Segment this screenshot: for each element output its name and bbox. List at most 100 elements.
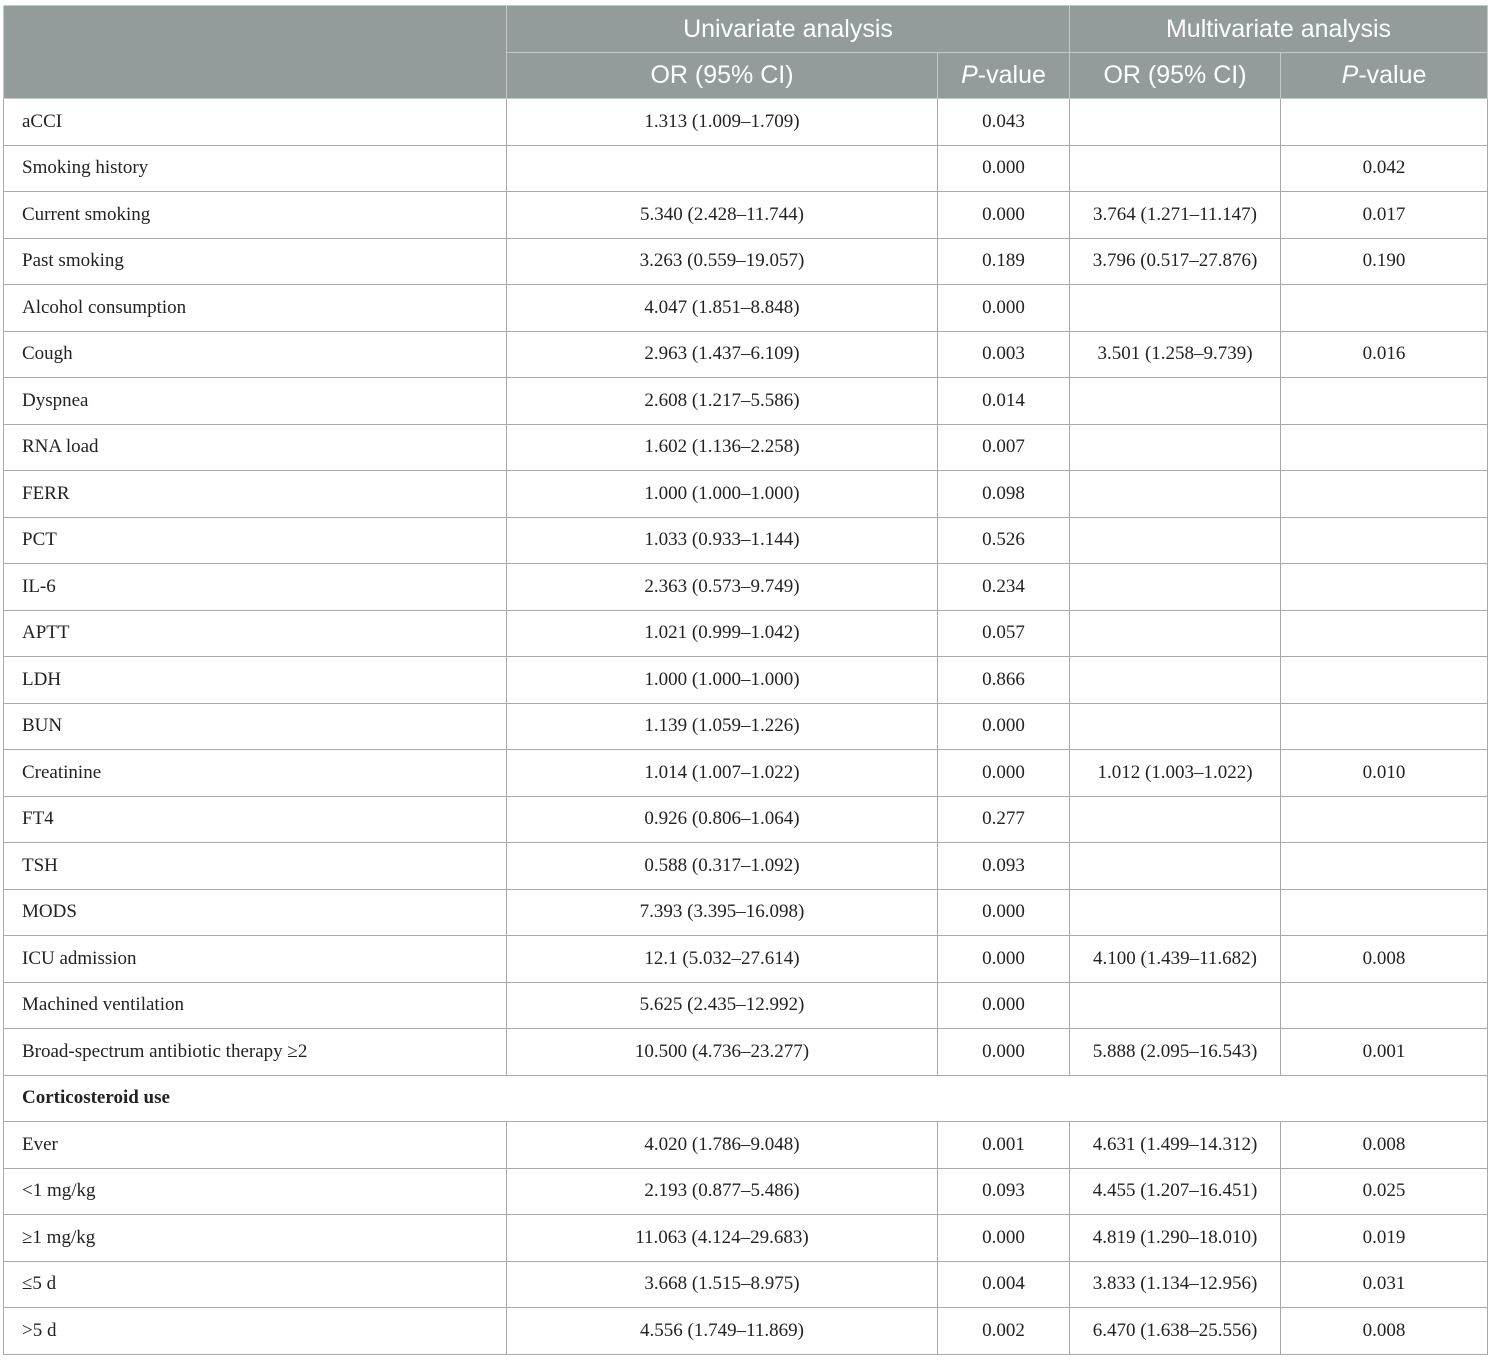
- table-row: FT4 0.926 (0.806–1.064) 0.277: [3, 795, 1489, 843]
- univariate-pvalue-cell: 0.093: [936, 1167, 1071, 1215]
- multivariate-pvalue-cell: [1280, 842, 1489, 890]
- univariate-or-cell: 1.602 (1.136–2.258): [506, 423, 938, 471]
- section-title: Corticosteroid use: [2, 1074, 1489, 1122]
- multivariate-or-cell: 3.764 (1.271–11.147): [1069, 191, 1282, 239]
- univariate-pvalue-cell: 0.014: [936, 377, 1071, 425]
- univariate-or-cell: 3.263 (0.559–19.057): [506, 237, 938, 285]
- multivariate-or-cell: [1069, 888, 1282, 936]
- univariate-pvalue-cell: 0.000: [936, 1028, 1071, 1076]
- univariate-pvalue-cell: 0.000: [936, 284, 1071, 332]
- table-row: Alcohol consumption 4.047 (1.851–8.848) 0.…: [3, 284, 1489, 332]
- multivariate-or-cell: [1069, 377, 1282, 425]
- multivariate-pvalue-cell: 0.031: [1280, 1260, 1489, 1308]
- row-label: Dyspnea: [3, 377, 507, 425]
- univariate-or-cell: 1.033 (0.933–1.144): [506, 516, 938, 564]
- multivariate-pvalue-cell: [1280, 470, 1489, 518]
- row-label: Past smoking: [3, 237, 507, 285]
- table-row: LDH 1.000 (1.000–1.000) 0.866: [3, 656, 1489, 704]
- multivariate-pvalue-cell: [1280, 284, 1489, 332]
- multivariate-or-cell: 4.819 (1.290–18.010): [1069, 1214, 1282, 1262]
- multivariate-or-cell: [1069, 144, 1282, 192]
- row-label: Machined ventilation: [3, 981, 507, 1029]
- univariate-or-cell: 12.1 (5.032–27.614): [506, 935, 938, 983]
- multivariate-pvalue-cell: 0.001: [1280, 1028, 1489, 1076]
- univariate-or-cell: 1.139 (1.059–1.226): [506, 702, 938, 750]
- multivariate-pvalue-cell: 0.017: [1280, 191, 1489, 239]
- multivariate-pvalue-cell: [1280, 516, 1489, 564]
- multivariate-pvalue-cell: [1280, 981, 1489, 1029]
- multivariate-or-cell: [1069, 284, 1282, 332]
- regression-table: Univariate analysis Multivariate analysi…: [2, 5, 1489, 1355]
- univariate-or-cell: 0.588 (0.317–1.092): [506, 842, 938, 890]
- table-row: Machined ventilation 5.625 (2.435–12.992)…: [3, 981, 1489, 1029]
- univariate-pvalue-cell: 0.189: [936, 237, 1071, 285]
- table-row: Current smoking 5.340 (2.428–11.744) 0.000…: [3, 191, 1489, 239]
- multivariate-or-cell: [1069, 656, 1282, 704]
- univariate-or-cell: 10.500 (4.736–23.277): [506, 1028, 938, 1076]
- multivariate-pvalue-cell: [1280, 795, 1489, 843]
- table-row: APTT 1.021 (0.999–1.042) 0.057: [3, 609, 1489, 657]
- header-univariate-pvalue: P-value: [936, 52, 1071, 99]
- row-label: Broad-spectrum antibiotic therapy ≥2: [3, 1028, 507, 1076]
- univariate-or-cell: 1.021 (0.999–1.042): [506, 609, 938, 657]
- table-row: BUN 1.139 (1.059–1.226) 0.000: [3, 702, 1489, 750]
- multivariate-pvalue-cell: [1280, 98, 1489, 146]
- multivariate-pvalue-cell: 0.016: [1280, 330, 1489, 378]
- univariate-pvalue-cell: 0.000: [936, 702, 1071, 750]
- row-label: APTT: [3, 609, 507, 657]
- row-label: ≤5 d: [3, 1260, 507, 1308]
- table-row: Cough 2.963 (1.437–6.109) 0.003 3.501 (1.25…: [3, 330, 1489, 378]
- p-italic: P: [1341, 61, 1359, 89]
- row-label: FT4: [3, 795, 507, 843]
- univariate-pvalue-cell: 0.001: [936, 1121, 1071, 1169]
- univariate-or-cell: 5.625 (2.435–12.992): [506, 981, 938, 1029]
- univariate-pvalue-cell: 0.277: [936, 795, 1071, 843]
- multivariate-or-cell: [1069, 981, 1282, 1029]
- header-univariate-or: OR (95% CI): [506, 52, 938, 99]
- table-row: Creatinine 1.014 (1.007–1.022) 0.000 1.012 …: [3, 749, 1489, 797]
- row-label: MODS: [3, 888, 507, 936]
- multivariate-pvalue-cell: 0.025: [1280, 1167, 1489, 1215]
- univariate-or-cell: 4.047 (1.851–8.848): [506, 284, 938, 332]
- multivariate-or-cell: 6.470 (1.638–25.556): [1069, 1307, 1282, 1355]
- multivariate-pvalue-cell: [1280, 656, 1489, 704]
- univariate-or-cell: 4.556 (1.749–11.869): [506, 1307, 938, 1355]
- multivariate-pvalue-cell: [1280, 563, 1489, 611]
- row-label: FERR: [3, 470, 507, 518]
- univariate-pvalue-cell: 0.057: [936, 609, 1071, 657]
- univariate-or-cell: 0.926 (0.806–1.064): [506, 795, 938, 843]
- univariate-pvalue-cell: 0.526: [936, 516, 1071, 564]
- table-row: MODS 7.393 (3.395–16.098) 0.000: [3, 888, 1489, 936]
- multivariate-or-cell: [1069, 842, 1282, 890]
- multivariate-or-cell: 4.100 (1.439–11.682): [1069, 935, 1282, 983]
- header-multivariate-pvalue: P-value: [1280, 52, 1489, 99]
- univariate-or-cell: 11.063 (4.124–29.683): [506, 1214, 938, 1262]
- table-row: PCT 1.033 (0.933–1.144) 0.526: [3, 516, 1489, 564]
- univariate-or-cell: 2.363 (0.573–9.749): [506, 563, 938, 611]
- univariate-or-cell: 2.608 (1.217–5.586): [506, 377, 938, 425]
- table-row: TSH 0.588 (0.317–1.092) 0.093: [3, 842, 1489, 890]
- table-row: ≤5 d 3.668 (1.515–8.975) 0.004 3.833 (1.134…: [3, 1260, 1489, 1308]
- univariate-pvalue-cell: 0.093: [936, 842, 1071, 890]
- multivariate-or-cell: [1069, 795, 1282, 843]
- row-label: Ever: [3, 1121, 507, 1169]
- multivariate-or-cell: [1069, 563, 1282, 611]
- univariate-pvalue-cell: 0.004: [936, 1260, 1071, 1308]
- univariate-pvalue-cell: 0.000: [936, 981, 1071, 1029]
- table-row: <1 mg/kg 2.193 (0.877–5.486) 0.093 4.455 (1…: [3, 1167, 1489, 1215]
- row-label: aCCI: [3, 98, 507, 146]
- univariate-or-cell: 2.963 (1.437–6.109): [506, 330, 938, 378]
- univariate-or-cell: 7.393 (3.395–16.098): [506, 888, 938, 936]
- univariate-or-cell: 4.020 (1.786–9.048): [506, 1121, 938, 1169]
- multivariate-or-cell: [1069, 423, 1282, 471]
- table-row: Ever 4.020 (1.786–9.048) 0.001 4.631 (1.499…: [3, 1121, 1489, 1169]
- multivariate-or-cell: [1069, 609, 1282, 657]
- univariate-pvalue-cell: 0.000: [936, 144, 1071, 192]
- multivariate-pvalue-cell: 0.008: [1280, 1121, 1489, 1169]
- row-label: Smoking history: [3, 144, 507, 192]
- table-row: Dyspnea 2.608 (1.217–5.586) 0.014: [3, 377, 1489, 425]
- table-row: ICU admission 12.1 (5.032–27.614) 0.000 4.1…: [3, 935, 1489, 983]
- univariate-pvalue-cell: 0.003: [936, 330, 1071, 378]
- multivariate-or-cell: [1069, 516, 1282, 564]
- table-row: FERR 1.000 (1.000–1.000) 0.098: [3, 470, 1489, 518]
